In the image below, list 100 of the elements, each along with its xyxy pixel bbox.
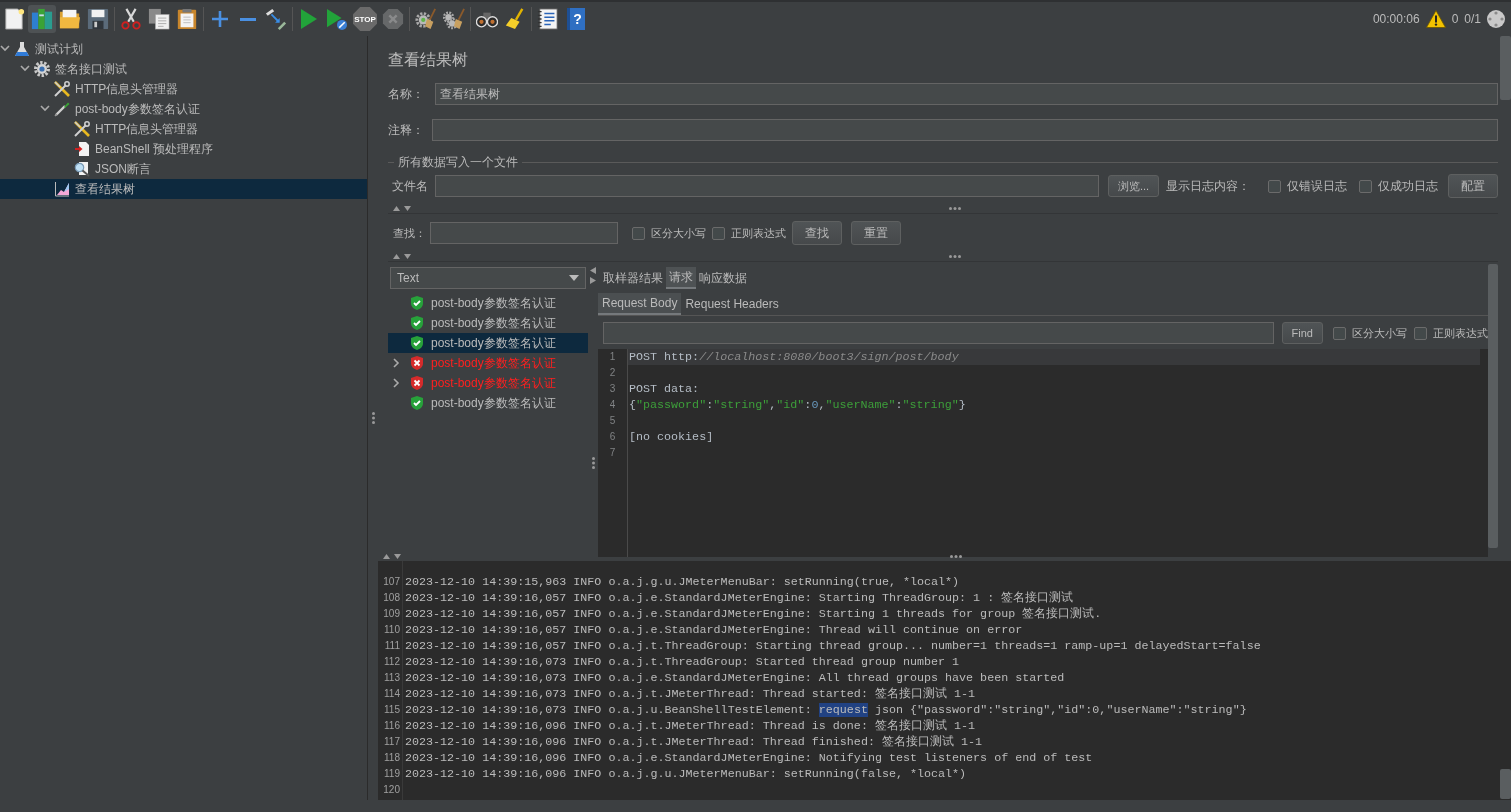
log-line: 2023-12-10 14:39:16,096 INFO o.a.j.e.StandardJMeterEngine: Notifying test listeners of end of test — [405, 750, 1094, 766]
blank-page-icon — [3, 8, 25, 30]
status-circle-icon — [1487, 10, 1505, 28]
grip-dots-icon[interactable] — [371, 412, 375, 424]
scrollbar-thumb[interactable] — [1488, 264, 1498, 548]
name-field[interactable]: 查看结果树 — [435, 83, 1498, 105]
shield-check-icon — [410, 335, 424, 351]
checkbox-label: 仅错误日志 — [1287, 177, 1348, 195]
grip-dots-icon[interactable] — [950, 554, 962, 558]
tree-item[interactable]: 签名接口测试 — [0, 59, 367, 79]
find-field[interactable] — [603, 322, 1274, 344]
shield-check-icon — [410, 315, 424, 331]
notepad-icon — [537, 8, 559, 30]
line-number: 111 — [383, 639, 401, 653]
group-title: 所有数据写入一个文件 — [398, 153, 518, 171]
tree-item[interactable]: 测试计划 — [0, 39, 367, 59]
chevron-right-icon[interactable] — [392, 358, 402, 368]
comment-field[interactable] — [432, 119, 1498, 141]
x-octagon-icon — [382, 8, 404, 30]
log-content-label: 显示日志内容： — [1166, 177, 1251, 195]
copy-icon — [148, 8, 170, 30]
log-line: 2023-12-10 14:39:16,057 INFO o.a.j.e.StandardJMeterEngine: Starting ThreadGroup: 1 : 签名接口测试 — [405, 590, 1075, 606]
chevron-down-icon[interactable] — [0, 44, 10, 54]
tree-item[interactable]: 查看结果树 — [0, 179, 367, 199]
up-down-arrows-icon[interactable] — [383, 552, 401, 560]
line-number: 119 — [383, 767, 401, 781]
up-down-arrows-icon[interactable] — [393, 253, 411, 260]
shield-check-icon — [410, 395, 424, 411]
panel-title: 查看结果树 — [388, 49, 469, 70]
checkbox[interactable] — [1268, 179, 1282, 193]
log-line: 2023-12-10 14:39:16,096 INFO o.a.j.t.JMeterThread: Thread is done: 签名接口测试 1-1 — [405, 718, 976, 734]
log-line: 2023-12-10 14:39:16,073 INFO o.a.j.e.StandardJMeterEngine: All thread groups have been started — [405, 670, 1066, 686]
field-label: 注释： — [388, 121, 425, 139]
left-right-arrows-icon[interactable] — [590, 267, 596, 284]
tab[interactable]: 请求 — [666, 267, 696, 289]
code-line: [no cookies] — [628, 429, 715, 445]
tree-item[interactable]: HTTP信息头管理器 — [0, 79, 367, 99]
result-item[interactable]: post-body参数签名认证 — [388, 393, 588, 413]
grip-dots-icon[interactable] — [948, 255, 961, 258]
line-number: 4 — [608, 398, 617, 412]
chevron-down-icon[interactable] — [40, 104, 50, 114]
line-number: 120 — [382, 783, 401, 797]
broom-icon — [504, 8, 526, 30]
checkbox-label: 区分大小写 — [1352, 325, 1407, 341]
tree-item[interactable]: HTTP信息头管理器 — [0, 119, 367, 139]
renderer-dropdown[interactable]: Text — [390, 267, 586, 289]
search-label: 查找： — [393, 225, 427, 241]
checkbox[interactable] — [632, 226, 645, 240]
page-arrow-icon — [74, 141, 90, 157]
find-button[interactable]: Find — [1281, 322, 1323, 344]
grip-dots-icon[interactable] — [948, 207, 961, 210]
line-number: 114 — [383, 687, 401, 701]
shield-check-icon — [410, 295, 424, 311]
up-down-arrows-icon[interactable] — [393, 205, 411, 212]
config-button[interactable]: 配置 — [1448, 174, 1498, 198]
minus-icon — [240, 17, 256, 21]
line-number: 107 — [382, 575, 401, 589]
search-field[interactable] — [430, 222, 618, 244]
pipette-icon — [54, 101, 70, 117]
chevron-right-icon[interactable] — [392, 378, 402, 388]
scissors-icon — [120, 8, 142, 30]
gear-icon — [34, 61, 50, 77]
chevron-down-icon[interactable] — [20, 64, 30, 74]
line-number: 110 — [383, 623, 401, 637]
tab[interactable]: Request Body — [598, 293, 682, 315]
result-item[interactable]: post-body参数签名认证 — [388, 313, 588, 333]
line-number: 118 — [383, 751, 401, 765]
elapsed-time: 00:00:06 — [1372, 12, 1420, 26]
result-item[interactable]: post-body参数签名认证 — [388, 333, 588, 353]
scrollbar-thumb[interactable] — [1500, 769, 1511, 799]
tab[interactable]: Request Headers — [681, 293, 783, 315]
pen-arrow-icon — [265, 8, 287, 30]
find-button[interactable]: 查找 — [792, 221, 842, 245]
checkbox[interactable] — [1359, 179, 1373, 193]
grip-dots-icon[interactable] — [591, 456, 595, 469]
log-line: 2023-12-10 14:39:16,057 INFO o.a.j.e.StandardJMeterEngine: Thread will continue on error — [405, 622, 1024, 638]
gear-broom-icon — [415, 8, 437, 30]
line-number: 108 — [382, 591, 401, 605]
browse-button[interactable]: 浏览... — [1108, 175, 1160, 197]
wrench-screwdriver-icon — [74, 121, 90, 137]
checkbox[interactable] — [1414, 326, 1427, 340]
flask-icon — [14, 41, 30, 57]
tab[interactable]: 取样器结果 — [600, 267, 666, 289]
line-number: 1 — [608, 350, 617, 364]
result-item[interactable]: post-body参数签名认证 — [388, 293, 588, 313]
checkbox[interactable] — [712, 226, 725, 240]
line-number: 5 — [608, 414, 617, 428]
checkbox[interactable] — [1333, 326, 1346, 340]
tab[interactable]: 响应数据 — [696, 267, 750, 289]
reset-button[interactable]: 重置 — [851, 221, 901, 245]
line-number: 3 — [608, 382, 617, 396]
warning-icon[interactable] — [1425, 10, 1446, 28]
play-icon — [301, 9, 317, 29]
checkbox-label: 仅成功日志 — [1378, 177, 1439, 195]
scrollbar-thumb[interactable] — [1500, 36, 1511, 100]
tree-item[interactable]: post-body参数签名认证 — [0, 99, 367, 119]
checkbox-label: 正则表达式 — [731, 225, 786, 241]
filename-field[interactable] — [435, 175, 1099, 197]
tree-item[interactable]: JSON断言 — [0, 159, 367, 179]
tree-item[interactable]: BeanShell 预处理程序 — [0, 139, 367, 159]
